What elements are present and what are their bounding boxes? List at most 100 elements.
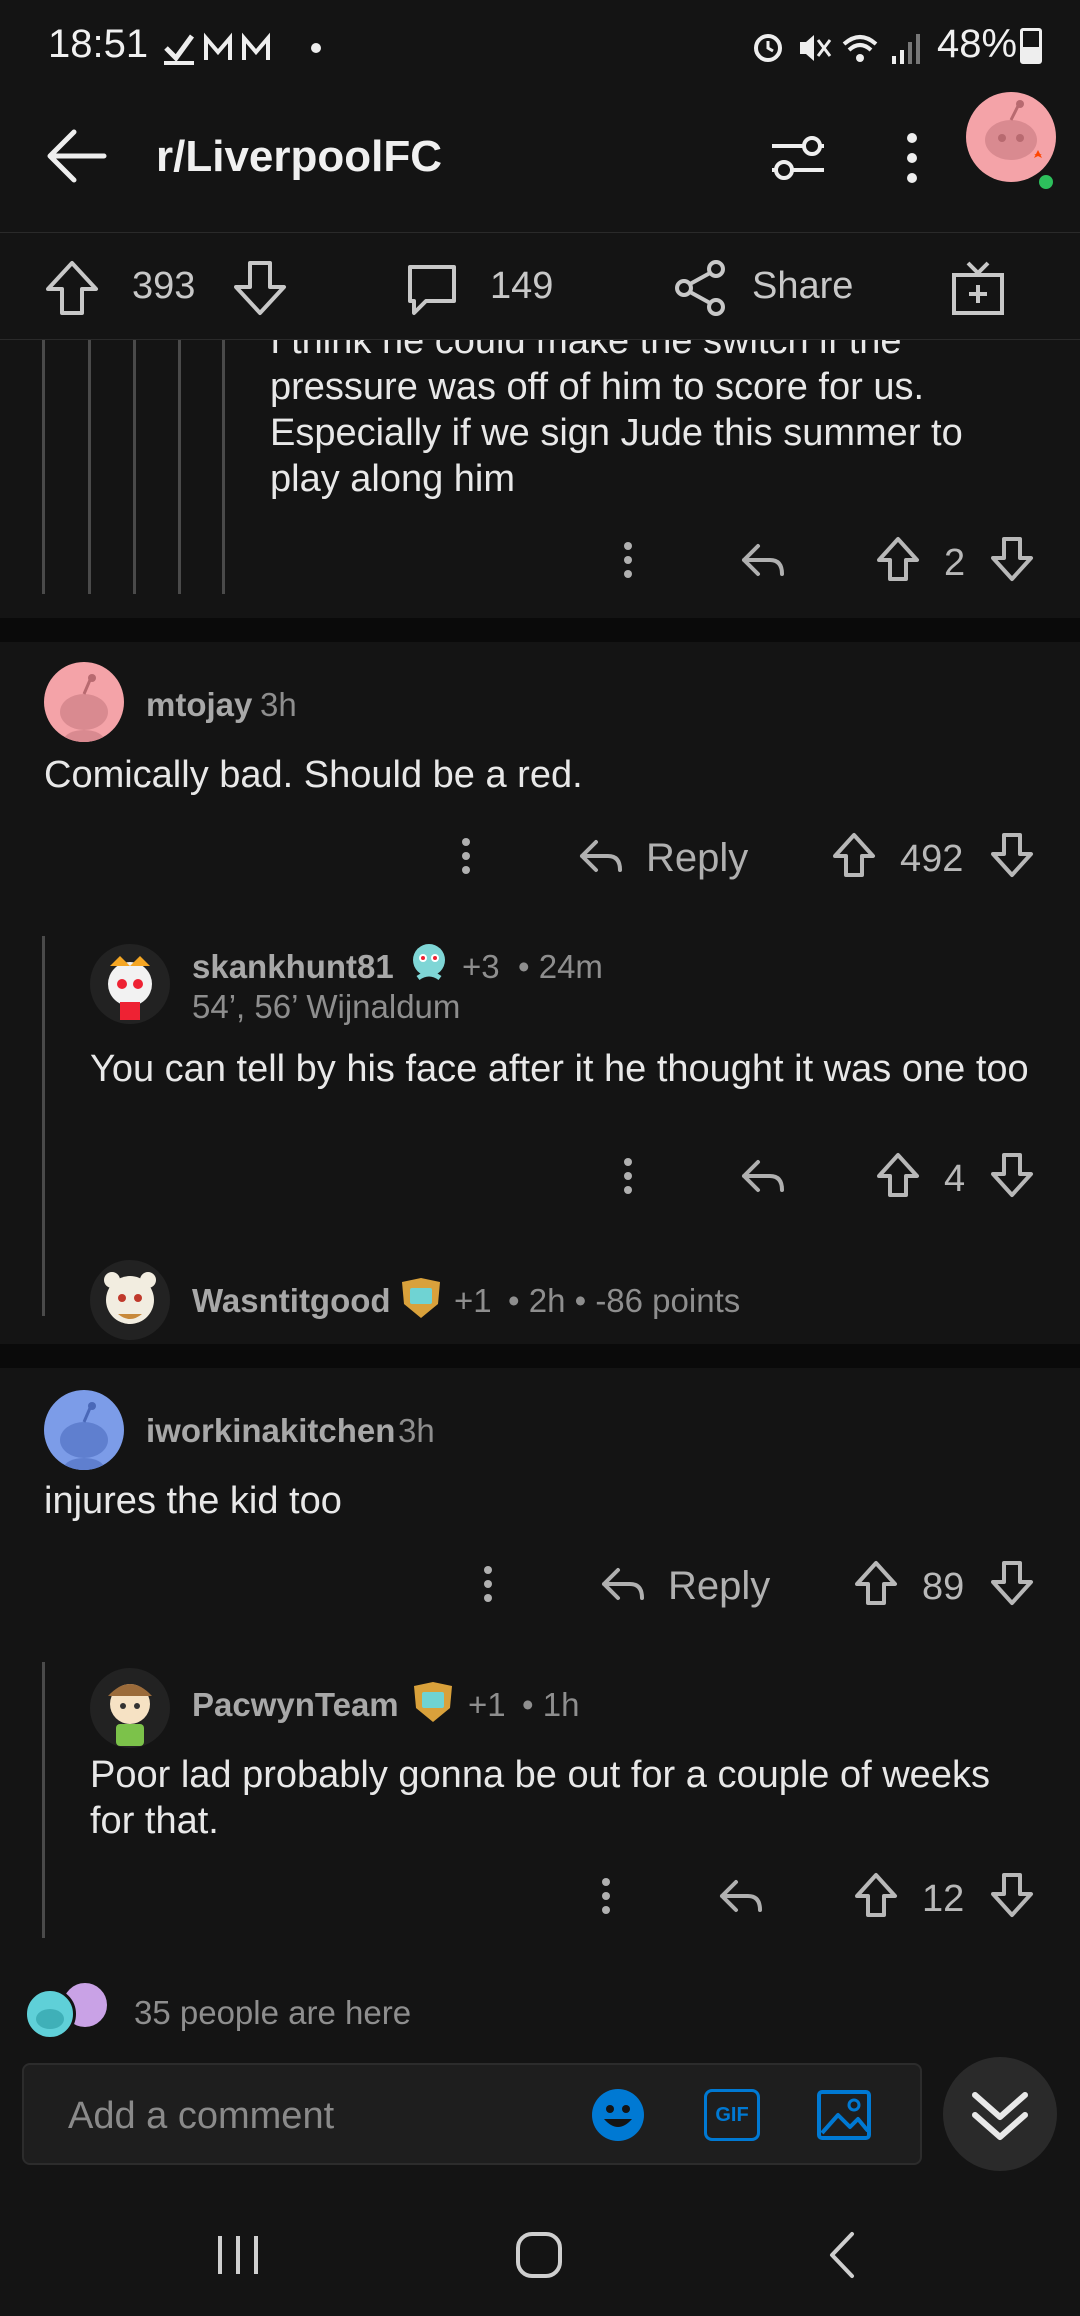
upvote-icon[interactable] [832, 832, 876, 878]
subreddit-title[interactable]: r/LiverpoolFC [156, 132, 442, 182]
collapse-chevrons-icon[interactable] [943, 2057, 1057, 2171]
avatar[interactable] [44, 1390, 124, 1470]
downvote-icon[interactable] [990, 536, 1034, 582]
vote-count: 89 [922, 1566, 965, 1608]
comment-text-line: play along him [270, 458, 516, 500]
share-label[interactable]: Share [752, 265, 853, 308]
online-indicator [1036, 172, 1056, 192]
back-nav-icon[interactable] [824, 2230, 860, 2280]
avatar[interactable] [90, 1260, 170, 1340]
post-comment-count[interactable]: 149 [490, 265, 553, 308]
home-icon[interactable] [514, 2230, 564, 2280]
thread-line[interactable] [222, 340, 225, 594]
upvote-icon[interactable] [876, 536, 920, 582]
upvote-icon[interactable] [876, 1152, 920, 1198]
more-vertical-icon[interactable] [454, 836, 478, 876]
reply-arrow-icon[interactable] [740, 540, 786, 580]
comment-text: injures the kid too [44, 1480, 342, 1522]
username[interactable]: skankhunt81 [192, 948, 394, 986]
comment-age: • 2h • -86 points [508, 1282, 741, 1319]
username[interactable]: iworkinakitchen [146, 1412, 395, 1450]
achievement-icon [410, 1680, 456, 1724]
vote-count: 12 [922, 1878, 965, 1920]
nested-comment-partial: I think he could make the switch if the … [0, 340, 1080, 618]
downvote-icon[interactable] [990, 832, 1034, 878]
comment-input[interactable]: Add a comment [68, 2095, 334, 2138]
reply-arrow-icon[interactable] [578, 836, 624, 876]
award-count: +1 [468, 1686, 506, 1723]
comment-text: I think he could make the switch if the … [270, 340, 963, 502]
comment-thread: iworkinakitchen 3h injures the kid too R… [0, 1368, 1080, 1968]
reply-button[interactable]: Reply [668, 1564, 770, 1609]
upvote-icon[interactable] [854, 1560, 898, 1606]
presence-text: 35 people are here [134, 1994, 412, 2031]
achievement-icon [398, 1276, 444, 1320]
reply-arrow-icon[interactable] [740, 1156, 786, 1196]
user-avatar[interactable] [966, 92, 1056, 182]
emoji-icon[interactable] [590, 2087, 646, 2143]
comment-text-line: pressure was off of him to score for us. [270, 366, 925, 408]
thread-line[interactable] [42, 936, 45, 1316]
comment-text-line: I think he could make the switch if the [270, 340, 902, 362]
username[interactable]: PacwynTeam [192, 1686, 399, 1724]
avatar[interactable] [90, 944, 170, 1024]
avatar[interactable] [44, 662, 124, 742]
more-vertical-icon[interactable] [616, 1156, 640, 1196]
thread-line[interactable] [42, 1662, 45, 1938]
upvote-icon[interactable] [44, 259, 100, 317]
reply-button[interactable]: Reply [646, 836, 748, 881]
reply-arrow-icon[interactable] [718, 1876, 764, 1916]
gif-icon[interactable]: GIF [704, 2089, 760, 2141]
vote-count: 2 [944, 542, 966, 584]
battery-icon [1020, 28, 1042, 64]
presence-indicator: 35 people are here [24, 1980, 724, 2040]
comment-age: 3h [260, 686, 297, 723]
reply-arrow-icon[interactable] [600, 1564, 646, 1604]
thread-line[interactable] [133, 340, 136, 594]
more-vertical-icon[interactable] [594, 1876, 618, 1916]
gift-icon[interactable] [950, 259, 1006, 317]
comment-age: • 24m [518, 948, 603, 985]
battery-percent: 48% [937, 22, 1018, 66]
system-navigation-bar [0, 2190, 1080, 2316]
vote-count: 492 [900, 838, 964, 880]
thread-line[interactable] [42, 340, 45, 594]
downvote-icon[interactable] [990, 1152, 1034, 1198]
comment-separator [0, 618, 1080, 642]
thread-line[interactable] [88, 340, 91, 594]
recent-apps-icon[interactable] [214, 2232, 262, 2278]
post-action-bar: 393 149 Share [0, 232, 1080, 340]
back-arrow-icon[interactable] [44, 126, 108, 186]
award-count: +1 [454, 1282, 492, 1319]
image-icon[interactable] [816, 2087, 872, 2143]
username[interactable]: mtojay [146, 686, 252, 724]
upvote-icon[interactable] [854, 1872, 898, 1918]
comment-icon[interactable] [404, 261, 460, 319]
share-icon[interactable] [672, 259, 728, 317]
comment-separator [0, 1344, 1080, 1368]
thread-line[interactable] [178, 340, 181, 594]
system-status-icons [752, 28, 927, 68]
comment-text: You can tell by his face after it he tho… [90, 1048, 1029, 1090]
downvote-icon[interactable] [232, 259, 288, 317]
comment-text: Poor lad probably gonna be out for a cou… [90, 1754, 990, 1842]
award-count: +3 [462, 948, 500, 985]
notification-icons [162, 30, 322, 66]
comment-text-line: Especially if we sign Jude this summer t… [270, 412, 963, 454]
downvote-icon[interactable] [990, 1560, 1034, 1606]
filter-icon[interactable] [768, 130, 828, 186]
avatar[interactable] [90, 1668, 170, 1748]
achievement-icon [406, 940, 452, 986]
more-vertical-icon[interactable] [900, 128, 924, 188]
comment-composer[interactable]: Add a comment GIF [22, 2063, 922, 2165]
more-vertical-icon[interactable] [476, 1564, 500, 1604]
more-vertical-icon[interactable] [616, 540, 640, 580]
status-bar: 18:51 48% [0, 0, 1080, 92]
status-time: 18:51 [48, 22, 149, 66]
comment-age: 3h [398, 1412, 435, 1449]
downvote-icon[interactable] [990, 1872, 1034, 1918]
username[interactable]: Wasntitgood [192, 1282, 391, 1320]
presence-avatar [24, 1988, 76, 2040]
vote-count: 4 [944, 1158, 966, 1200]
comment-age: • 1h [522, 1686, 580, 1723]
